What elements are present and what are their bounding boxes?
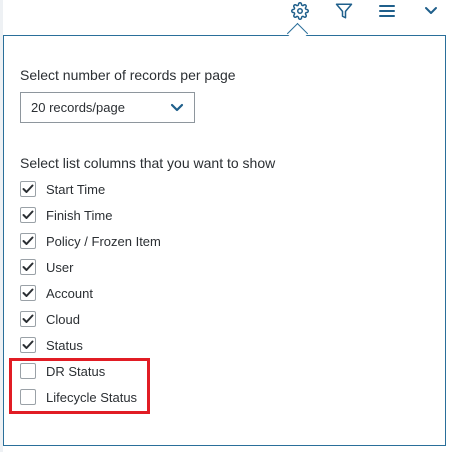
column-option-label: Finish Time bbox=[46, 207, 113, 223]
column-option[interactable]: Start Time bbox=[20, 176, 161, 202]
column-option-label: Status bbox=[46, 337, 83, 353]
hamburger-menu-icon[interactable] bbox=[376, 0, 398, 22]
checkmark-icon bbox=[22, 262, 34, 271]
column-option-label: DR Status bbox=[46, 363, 106, 379]
column-option[interactable]: Account bbox=[20, 280, 161, 306]
gear-icon[interactable] bbox=[289, 0, 311, 22]
records-per-page-label: Select number of records per page bbox=[20, 67, 236, 83]
column-option-label: Account bbox=[46, 285, 93, 301]
column-option[interactable]: Lifecycle Status bbox=[20, 384, 161, 410]
checkbox-checked[interactable] bbox=[20, 337, 36, 353]
checkbox-checked[interactable] bbox=[20, 207, 36, 223]
filter-icon[interactable] bbox=[333, 0, 355, 22]
checkmark-icon bbox=[22, 210, 34, 219]
records-per-page-value: 20 records/page bbox=[31, 100, 125, 115]
checkbox-checked[interactable] bbox=[20, 181, 36, 197]
column-option[interactable]: User bbox=[20, 254, 161, 280]
column-option[interactable]: Cloud bbox=[20, 306, 161, 332]
checkbox-checked[interactable] bbox=[20, 285, 36, 301]
column-option-label: Cloud bbox=[46, 311, 80, 327]
chevron-down-icon bbox=[170, 103, 184, 113]
column-option-label: Lifecycle Status bbox=[46, 389, 138, 405]
checkmark-icon bbox=[22, 314, 34, 323]
checkmark-icon bbox=[22, 340, 34, 349]
checkbox-unchecked[interactable] bbox=[20, 363, 36, 379]
column-option[interactable]: DR Status bbox=[20, 358, 161, 384]
column-option-label: Policy / Frozen Item bbox=[46, 233, 161, 249]
checkmark-icon bbox=[22, 288, 34, 297]
column-option[interactable]: Status bbox=[20, 332, 161, 358]
column-option[interactable]: Finish Time bbox=[20, 202, 161, 228]
column-option-label: Start Time bbox=[46, 181, 106, 197]
checkbox-unchecked[interactable] bbox=[20, 389, 36, 405]
records-per-page-select[interactable]: 20 records/page bbox=[20, 92, 195, 123]
checkbox-checked[interactable] bbox=[20, 233, 36, 249]
checkmark-icon bbox=[22, 184, 34, 193]
checkbox-checked[interactable] bbox=[20, 311, 36, 327]
checkmark-icon bbox=[22, 236, 34, 245]
chevron-down-icon[interactable] bbox=[420, 0, 442, 22]
column-checkbox-list: Start Time Finish Time Policy / Frozen Ite… bbox=[20, 176, 161, 410]
list-columns-label: Select list columns that you want to sho… bbox=[20, 155, 276, 171]
column-option[interactable]: Policy / Frozen Item bbox=[20, 228, 161, 254]
checkbox-checked[interactable] bbox=[20, 259, 36, 275]
column-option-label: User bbox=[46, 259, 74, 275]
